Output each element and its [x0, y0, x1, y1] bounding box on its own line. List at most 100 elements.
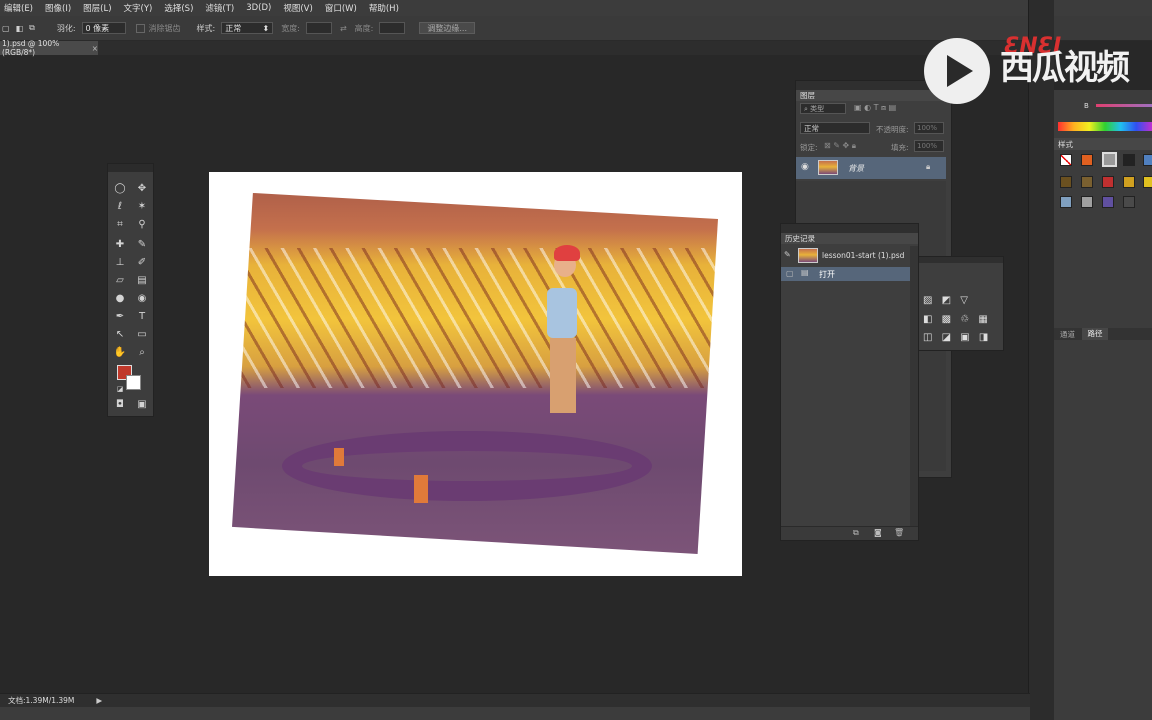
height-input[interactable] [379, 22, 406, 34]
brush-tool-icon[interactable]: ✎ [134, 238, 150, 252]
default-colors-icon[interactable]: ◪ [112, 382, 128, 396]
adjustments-panel-titlebar[interactable] [919, 257, 1003, 263]
add-selection-icon[interactable]: ◧ [16, 24, 24, 33]
tab-channels[interactable]: 通道 [1060, 329, 1075, 340]
style-swatch[interactable] [1081, 154, 1093, 166]
menu-view[interactable]: 视图(V) [283, 2, 312, 14]
document-tab[interactable]: 1).psd @ 100%(RGB/8*) × [0, 39, 98, 57]
style-swatch[interactable] [1102, 176, 1114, 188]
width-input[interactable] [305, 22, 332, 34]
color-b-slider[interactable] [1096, 104, 1152, 107]
document-tab-bar [0, 41, 1030, 55]
menu-select[interactable]: 选择(S) [164, 2, 193, 14]
color-spectrum-bar[interactable] [1058, 122, 1152, 131]
tools-panel-titlebar[interactable] [108, 164, 153, 172]
chevron-down-icon: ⬍ [262, 23, 270, 33]
eyedropper-icon[interactable]: ⚲ [134, 218, 150, 232]
new-document-from-state-icon[interactable]: ⧉ [853, 528, 859, 538]
menu-layer[interactable]: 图层(L) [83, 2, 111, 14]
step-checkbox[interactable]: ▢ [786, 269, 794, 278]
photo-image [232, 193, 718, 554]
play-icon [947, 55, 973, 87]
quick-mask-icon[interactable]: ◘ [112, 398, 128, 412]
style-swatch[interactable] [1123, 196, 1135, 208]
style-swatch[interactable] [1143, 176, 1152, 188]
ring-band [414, 475, 428, 503]
crop-tool-icon[interactable]: ⌗ [112, 218, 128, 232]
adjustment-icons-row1[interactable]: ▨ ◩ ▽ [923, 295, 971, 306]
style-swatch[interactable] [1123, 154, 1135, 166]
marquee-tool-icon[interactable]: ◯ [112, 182, 128, 196]
layer-filter-select[interactable]: ⌕ 类型 [800, 103, 846, 114]
antialias-label: 消除锯齿 [148, 23, 181, 33]
eraser-tool-icon[interactable]: ▱ [112, 274, 128, 288]
panel-dock [1028, 0, 1054, 720]
layer-row-background[interactable]: ◉ 背景 🔒︎ [796, 157, 946, 179]
menu-help[interactable]: 帮助(H) [369, 2, 399, 14]
status-menu-arrow-icon[interactable]: ▶ [96, 696, 102, 705]
camera-icon[interactable]: ◙ [874, 528, 882, 537]
background-color-swatch[interactable] [126, 375, 141, 390]
fill-input[interactable]: 100% [914, 140, 944, 152]
dodge-tool-icon[interactable]: ◉ [134, 292, 150, 306]
new-selection-icon[interactable]: ▢ [2, 24, 10, 33]
layers-tab[interactable]: 图层 [796, 90, 951, 101]
menu-image[interactable]: 图像(I) [45, 2, 71, 14]
subtract-selection-icon[interactable]: ⧉ [29, 23, 35, 33]
move-tool-icon[interactable]: ✥ [134, 182, 150, 196]
style-none-swatch[interactable] [1060, 154, 1072, 166]
style-swatch[interactable] [1102, 196, 1114, 208]
magic-wand-icon[interactable]: ✶ [134, 200, 150, 214]
lock-icons[interactable]: ⊠ ✎ ✥ 🔒︎ [824, 141, 856, 151]
history-panel-titlebar[interactable] [781, 224, 918, 233]
clone-stamp-icon[interactable]: ⊥ [112, 256, 128, 270]
refine-edge-button[interactable]: 调整边缘... [419, 22, 475, 34]
style-swatch[interactable] [1081, 196, 1093, 208]
history-snapshot-row[interactable]: ✎ lesson01-start (1).psd [781, 246, 910, 266]
ring-band [334, 448, 344, 466]
right-panel-column: B 样式 通道 路径 [1054, 90, 1152, 720]
menu-type[interactable]: 文字(Y) [124, 2, 153, 14]
style-swatch[interactable] [1081, 176, 1093, 188]
swap-icon[interactable]: ⇄ [340, 24, 347, 33]
tab-paths[interactable]: 路径 [1082, 328, 1108, 340]
history-tab[interactable]: 历史记录 [781, 233, 918, 244]
menu-edit[interactable]: 编辑(E) [4, 2, 33, 14]
layer-filter-value: 类型 [810, 105, 825, 113]
history-scrollbar[interactable] [910, 246, 918, 526]
healing-brush-icon[interactable]: ✚ [112, 238, 128, 252]
style-swatch[interactable] [1060, 176, 1072, 188]
hand-tool-icon[interactable]: ✋ [112, 346, 128, 360]
style-swatch[interactable] [1123, 176, 1135, 188]
style-select[interactable]: 正常 ⬍ [221, 22, 274, 34]
adjustment-icons-row2[interactable]: ◧ ▩ ♲ ▦ [923, 314, 991, 325]
adjustment-icons-row3[interactable]: ◫ ◪ ▣ ◨ [923, 332, 991, 343]
close-icon[interactable]: × [92, 44, 98, 53]
styles-tab[interactable]: 样式 [1054, 138, 1152, 150]
menu-3d[interactable]: 3D(D) [246, 3, 271, 13]
zoom-tool-icon[interactable]: ⌕ [134, 346, 150, 360]
antialias-checkbox[interactable] [135, 23, 145, 33]
screen-mode-icon[interactable]: ▣ [134, 398, 150, 412]
trash-icon[interactable]: 🗑︎ [894, 528, 904, 537]
gradient-tool-icon[interactable]: ▤ [134, 274, 150, 288]
pen-tool-icon[interactable]: ✒ [112, 310, 128, 324]
blur-tool-icon[interactable]: ● [112, 292, 128, 306]
opacity-input[interactable]: 100% [914, 122, 944, 134]
style-swatch[interactable] [1143, 154, 1152, 166]
history-brush-source-icon[interactable]: ✎ [784, 250, 791, 259]
history-brush-icon[interactable]: ✐ [134, 256, 150, 270]
style-swatch[interactable] [1060, 196, 1072, 208]
menu-filter[interactable]: 滤镜(T) [205, 2, 234, 14]
rectangle-tool-icon[interactable]: ▭ [134, 328, 150, 342]
blend-mode-select[interactable]: 正常 [800, 122, 870, 134]
style-swatch-selected[interactable] [1102, 152, 1117, 167]
path-select-icon[interactable]: ↖ [112, 328, 128, 342]
eye-icon[interactable]: ◉ [801, 162, 809, 172]
filter-icons[interactable]: ▣ ◐ T ⧈ ▤ [854, 103, 896, 113]
type-tool-icon[interactable]: T [134, 310, 150, 324]
history-step-open[interactable]: ▢ ▤ 打开 [781, 267, 910, 281]
menu-window[interactable]: 窗口(W) [325, 2, 357, 14]
lasso-tool-icon[interactable]: ℓ [112, 200, 128, 214]
feather-input[interactable]: 0 像素 [81, 22, 126, 34]
